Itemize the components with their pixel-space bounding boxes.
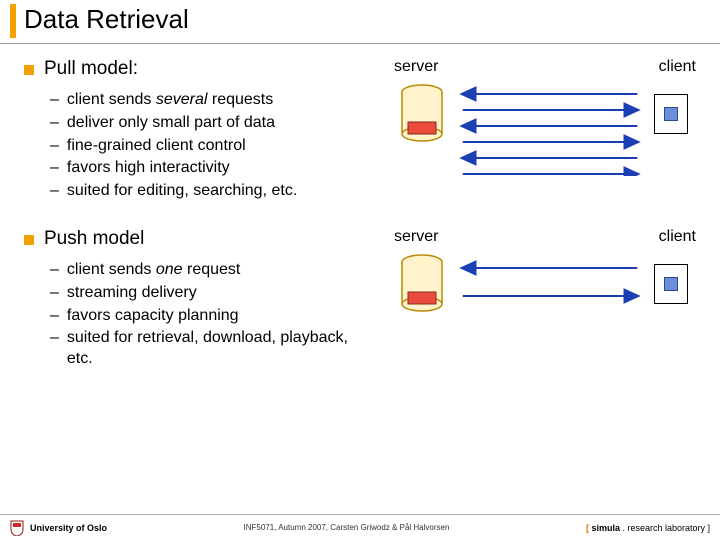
list-item: –suited for editing, searching, etc. — [50, 181, 354, 202]
push-sublist: –client sends one request –streaming del… — [24, 260, 354, 370]
push-text-column: Push model –client sends one request –st… — [24, 228, 354, 372]
uio-shield-icon — [10, 520, 24, 536]
section-pull: Pull model: –client sends several reques… — [24, 58, 704, 204]
pull-diagram: server client — [354, 58, 704, 80]
pull-arrows — [454, 86, 646, 181]
list-item: –client sends several requests — [50, 90, 354, 111]
server-label: server — [394, 58, 438, 76]
list-item: –favors capacity planning — [50, 306, 354, 327]
list-item: –suited for retrieval, download, playbac… — [50, 328, 354, 370]
client-box-icon — [654, 94, 688, 134]
push-arrows — [454, 256, 646, 321]
server-cylinder-icon — [400, 254, 444, 317]
list-item: –streaming delivery — [50, 283, 354, 304]
list-item: –fine-grained client control — [50, 136, 354, 157]
push-heading: Push model — [44, 228, 144, 250]
server-cylinder-icon — [400, 84, 444, 147]
pull-heading-row: Pull model: — [24, 58, 354, 80]
push-heading-row: Push model — [24, 228, 354, 250]
pull-sublist: –client sends several requests –deliver … — [24, 90, 354, 202]
bullet-square-icon — [24, 65, 34, 75]
slide-title: Data Retrieval — [0, 4, 720, 35]
client-box-icon — [654, 264, 688, 304]
client-label: client — [659, 58, 696, 76]
list-item: –client sends one request — [50, 260, 354, 281]
footer-left: University of Oslo — [10, 520, 107, 536]
server-label: server — [394, 228, 438, 246]
pull-heading: Pull model: — [44, 58, 138, 80]
content-area: Pull model: –client sends several reques… — [0, 58, 720, 372]
footer-lab: [ simula . research laboratory ] — [586, 523, 710, 533]
list-item: –deliver only small part of data — [50, 113, 354, 134]
bullet-square-icon — [24, 235, 34, 245]
title-bar: Data Retrieval — [0, 0, 720, 44]
list-item: –favors high interactivity — [50, 158, 354, 179]
footer-course-info: INF5071, Autumn 2007, Carsten Griwodz & … — [107, 523, 586, 532]
footer: University of Oslo INF5071, Autumn 2007,… — [0, 514, 720, 540]
client-label: client — [659, 228, 696, 246]
pull-text-column: Pull model: –client sends several reques… — [24, 58, 354, 204]
title-accent — [10, 4, 16, 38]
section-push: Push model –client sends one request –st… — [24, 228, 704, 372]
footer-university: University of Oslo — [30, 523, 107, 533]
push-diagram: server client — [354, 228, 704, 250]
